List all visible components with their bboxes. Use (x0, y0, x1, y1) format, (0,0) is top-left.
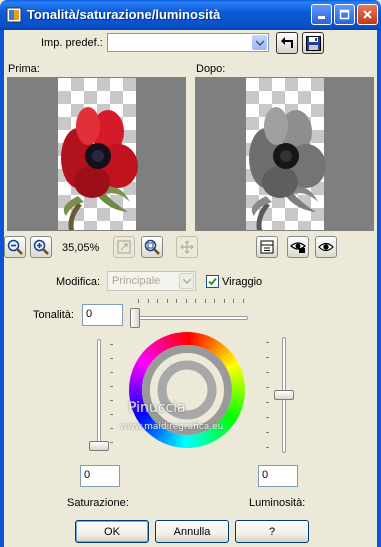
slider-tick (157, 299, 158, 303)
window-border-left (0, 30, 4, 547)
toggle-preview-button[interactable] (256, 236, 278, 258)
slider-tick (147, 299, 149, 303)
zoom-to-fit-button[interactable] (141, 236, 163, 258)
save-preset-button[interactable] (302, 32, 324, 54)
actual-size-button[interactable] (113, 236, 135, 258)
slider-tick (266, 402, 269, 403)
modify-dropdown[interactable]: Principale (107, 271, 196, 291)
colorize-label: Viraggio (222, 276, 263, 288)
hue-input[interactable]: 0 (82, 304, 123, 326)
slider-tick (110, 428, 113, 429)
eye-lock-icon (290, 242, 306, 253)
presets-dropdown[interactable] (107, 33, 269, 52)
saturation-slider-thumb[interactable] (89, 441, 109, 451)
auto-proof-button[interactable] (287, 236, 309, 258)
slider-tick (223, 299, 225, 303)
zoom-level: 35,05% (62, 242, 100, 254)
slider-tick (266, 372, 269, 373)
slider-tick (242, 299, 244, 303)
slider-tick (214, 299, 215, 303)
before-preview-label: Prima: (8, 63, 40, 75)
slider-tick (110, 400, 113, 401)
lightness-input[interactable]: 0 (258, 465, 298, 487)
presets-label: Imp. predef.: (41, 37, 103, 49)
pan-button[interactable] (176, 236, 198, 258)
proof-button[interactable] (315, 236, 337, 258)
zoom-fit-icon (144, 239, 160, 255)
hue-slider-thumb[interactable] (130, 308, 140, 328)
red-flower-image (61, 107, 138, 230)
modify-label: Modifica: (56, 276, 101, 288)
cancel-button[interactable]: Annulla (155, 520, 229, 543)
hue-label: Tonalità: (33, 309, 74, 321)
lightness-label: Luminosità: (249, 497, 306, 509)
maximize-icon (339, 9, 350, 20)
maximize-button[interactable] (334, 4, 355, 25)
slider-tick (138, 299, 139, 303)
colorize-checkbox[interactable] (206, 275, 219, 288)
slider-tick (176, 299, 177, 303)
watermark-url: www.maidiregrafica.eu (120, 422, 224, 432)
zoom-out-button[interactable] (4, 236, 26, 258)
before-preview[interactable] (7, 77, 186, 231)
zoom-in-icon (33, 239, 49, 255)
reset-preset-button[interactable] (276, 32, 298, 54)
slider-tick (110, 372, 113, 373)
zoom-out-icon (7, 239, 23, 255)
slider-tick (166, 299, 168, 303)
slider-tick (110, 442, 113, 443)
saturation-input[interactable]: 0 (80, 465, 120, 487)
slider-tick (110, 414, 113, 415)
chevron-down-icon[interactable] (252, 35, 267, 50)
title-bar[interactable]: Tonalità/saturazione/luminosità (0, 0, 381, 30)
window-title: Tonalità/saturazione/luminosità (27, 7, 221, 22)
minimize-icon (318, 16, 325, 19)
zoom-in-button[interactable] (30, 236, 52, 258)
slider-tick (110, 344, 113, 345)
hue-slider-track[interactable] (131, 316, 248, 320)
hue-color-wheel[interactable] (125, 328, 249, 452)
modify-value: Principale (112, 275, 161, 287)
pan-move-icon (180, 240, 194, 254)
preview-toggle-icon (260, 240, 274, 254)
slider-tick (204, 299, 206, 303)
floppy-disk-icon (305, 35, 321, 51)
grayscale-flower-image (249, 107, 326, 230)
minimize-button[interactable] (311, 4, 332, 25)
after-preview-label: Dopo: (196, 63, 226, 75)
slider-tick (266, 342, 269, 343)
slider-tick (266, 432, 269, 433)
slider-tick (195, 299, 196, 303)
eye-icon (318, 242, 334, 252)
slider-tick (266, 387, 269, 388)
app-icon (6, 7, 22, 23)
slider-tick (110, 386, 113, 387)
lightness-slider-thumb[interactable] (274, 390, 294, 400)
help-button[interactable]: ? (235, 520, 309, 543)
slider-tick (185, 299, 187, 303)
saturation-slider-track[interactable] (97, 339, 101, 451)
ok-button[interactable]: OK (75, 520, 149, 543)
slider-tick (266, 357, 269, 358)
slider-tick (110, 358, 113, 359)
slider-tick (266, 447, 269, 448)
saturation-label: Saturazione: (67, 497, 129, 509)
close-button[interactable] (357, 4, 378, 25)
close-icon (363, 10, 372, 19)
undo-arrow-icon (281, 37, 293, 48)
watermark-name: Pinuccia (128, 400, 186, 416)
checkmark-icon (208, 277, 217, 286)
after-preview[interactable] (195, 77, 374, 231)
actual-size-icon (117, 240, 131, 254)
window-border-right (377, 30, 381, 547)
slider-tick (266, 417, 269, 418)
slider-tick (233, 299, 234, 303)
chevron-down-icon[interactable] (179, 273, 194, 289)
